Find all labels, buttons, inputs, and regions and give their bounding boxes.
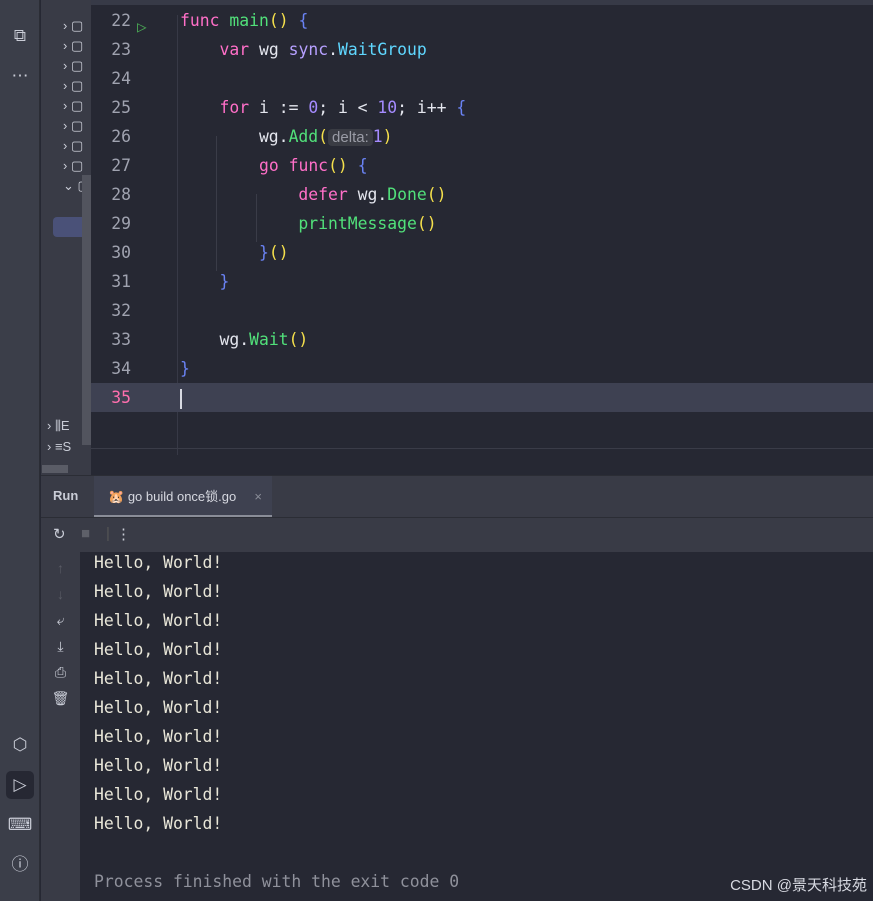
text-caret — [180, 388, 182, 409]
console-line: Hello, World! — [94, 814, 223, 833]
console-line: Hello, World! — [94, 582, 223, 601]
soft-wrap-icon[interactable]: ⤶ — [41, 612, 80, 629]
console-line: Hello, World! — [94, 640, 223, 659]
terminal-icon[interactable]: ⌨ — [6, 811, 34, 839]
console-output[interactable]: Hello, World! Hello, World! Hello, World… — [80, 552, 873, 901]
code-line: 26 wg.Add(delta: 1) — [111, 127, 393, 146]
watermark: CSDN @景天科技苑 — [730, 877, 867, 894]
print-icon[interactable]: ⎙ — [41, 664, 80, 681]
code-line: 23 var wg sync.WaitGroup — [111, 40, 427, 59]
services-icon[interactable]: ⬡ — [6, 731, 34, 759]
gopher-icon: 🐹 — [108, 489, 125, 504]
scroll-to-end-icon[interactable]: ⤓ — [41, 638, 80, 655]
project-tree: › ▢ › ▢ › ▢ › ▢ › ▢ › ▢ › ▢ › ▢ ⌄ ▢ › ⫼E… — [41, 0, 91, 475]
code-line: 34} — [111, 359, 190, 378]
console-line: Hello, World! — [94, 553, 223, 572]
run-panel-header: Run 🐹 go build once锁.go × — [41, 475, 873, 518]
console-line: Hello, World! — [94, 669, 223, 688]
tree-scrollbar[interactable] — [82, 175, 91, 445]
console-line: Hello, World! — [94, 756, 223, 775]
code-line: 27 go func() { — [111, 156, 368, 175]
console-line: Hello, World! — [94, 727, 223, 746]
tree-node[interactable]: › ▢ — [63, 16, 91, 36]
console-side-toolbar: ↑ ↓ ⤶ ⤓ ⎙ 🗑 — [41, 552, 80, 901]
run-panel-title: Run — [53, 488, 79, 503]
tree-h-scrollbar[interactable] — [42, 465, 68, 473]
code-line: 30 }() — [111, 243, 289, 262]
tool-strip: ⧉ ⋯ ⬡ ▷ ⌨ ⓘ — [0, 0, 40, 901]
tree-node[interactable]: › ▢ — [63, 136, 91, 156]
run-toolbar: ↻ ■ | ⋮ — [41, 517, 873, 552]
code-line: 29 printMessage() — [111, 214, 437, 233]
more-options-icon[interactable]: ⋮ — [116, 525, 131, 543]
tree-node[interactable]: › ▢ — [63, 96, 91, 116]
rerun-icon[interactable]: ↻ — [53, 525, 66, 543]
up-arrow-icon[interactable]: ↑ — [41, 560, 80, 576]
code-line: 24 — [111, 69, 131, 88]
close-tab-icon[interactable]: × — [254, 476, 262, 518]
code-line: 32 — [111, 301, 131, 320]
tree-node[interactable]: › ▢ — [63, 116, 91, 136]
tree-node[interactable]: › ▢ — [63, 156, 91, 176]
code-line: 31 } — [111, 272, 230, 291]
console-line: Hello, World! — [94, 611, 223, 630]
structure-icon[interactable]: ⧉ — [6, 22, 34, 50]
code-line: 25 for i := 0; i < 10; i++ { — [111, 98, 467, 117]
code-line: 22 ▷ func main() { — [91, 6, 873, 36]
down-arrow-icon[interactable]: ↓ — [41, 586, 80, 602]
code-editor[interactable]: 22 ▷ func main() { 23 var wg sync.WaitGrou… — [91, 5, 873, 475]
current-line: 35 — [91, 383, 873, 412]
trash-icon[interactable]: 🗑 — [41, 690, 80, 707]
more-icon[interactable]: ⋯ — [6, 62, 34, 90]
process-finished-message: Process finished with the exit code 0 — [94, 872, 460, 891]
tree-node[interactable]: › ▢ — [63, 76, 91, 96]
console-line: Hello, World! — [94, 698, 223, 717]
stop-icon[interactable]: ■ — [81, 525, 90, 542]
problems-icon[interactable]: ⓘ — [6, 851, 34, 879]
code-line: 28 defer wg.Done() — [111, 185, 447, 204]
console-line: Hello, World! — [94, 785, 223, 804]
run-tab[interactable]: 🐹 go build once锁.go × — [94, 476, 272, 518]
run-tool-icon[interactable]: ▷ — [6, 771, 34, 799]
tree-node[interactable]: › ▢ — [63, 56, 91, 76]
code-line: 33 wg.Wait() — [111, 330, 309, 349]
parameter-hint: delta: — [328, 129, 373, 146]
tree-node[interactable]: › ▢ — [63, 36, 91, 56]
